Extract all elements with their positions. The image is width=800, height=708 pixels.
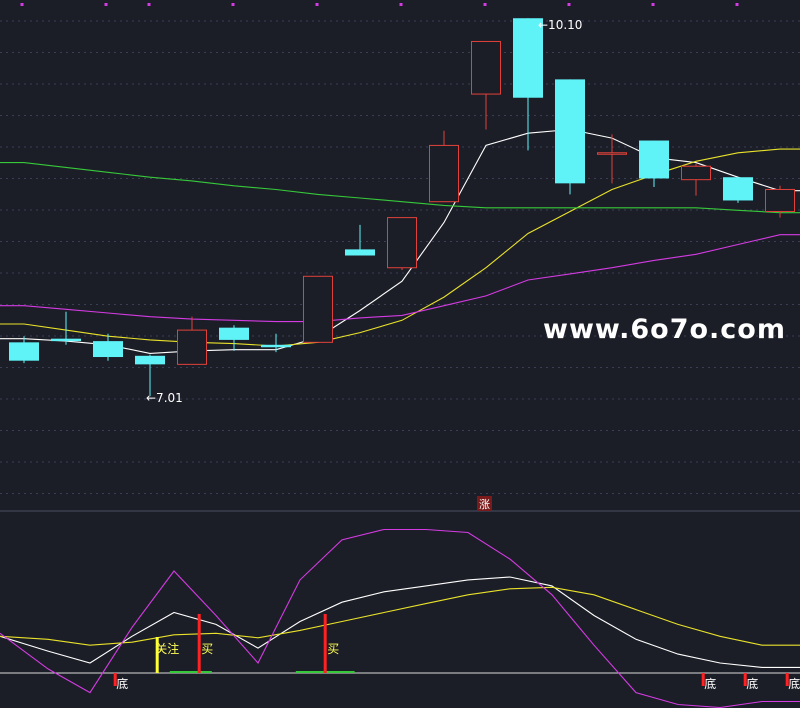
oscillator-line-2 [0, 586, 800, 646]
candle-body [429, 144, 459, 203]
candle [555, 79, 585, 195]
low-price-label: ←7.01 [146, 391, 183, 405]
candle [219, 325, 249, 351]
candle-body [471, 40, 501, 95]
candle-body [9, 342, 39, 361]
candle [513, 18, 543, 151]
candle [9, 336, 39, 364]
ma-line-4 [0, 162, 800, 214]
signal-label: 底 [704, 676, 716, 691]
high-price-label: ←10.10 [538, 18, 582, 32]
candle [723, 177, 753, 203]
badge-text: 涨 [479, 498, 490, 511]
candle-body [345, 249, 375, 256]
candle-body [177, 329, 207, 365]
candle-body [387, 217, 417, 269]
tick-marker [20, 3, 24, 6]
limit-up-badge: 涨 [477, 496, 492, 511]
candle [135, 354, 165, 397]
tick-marker [399, 3, 403, 6]
candle-body [597, 152, 627, 155]
signal-bottom: 底 [743, 673, 758, 691]
signal-bottom: 底 [701, 673, 716, 691]
tick-marker [567, 3, 571, 6]
candle-body [639, 140, 669, 179]
tick-marker [735, 3, 739, 6]
candle-body [135, 355, 165, 365]
tick-marker [147, 3, 151, 6]
tick-marker [651, 3, 655, 6]
signal-bottom: 底 [113, 673, 128, 691]
signal-label: 买 [201, 642, 213, 656]
candle [387, 217, 417, 271]
candle [93, 333, 123, 361]
stock-chart: ←10.10 ←7.01 涨底 关注 买 买底 底 底 [0, 3, 800, 708]
chart-stage: ←10.10 ←7.01 涨底 关注 买 买底 底 底 www.6o7o.com [0, 0, 800, 708]
signal-label: 底 [116, 676, 128, 691]
candle-body [93, 341, 123, 358]
candle-body [765, 188, 795, 212]
top-tick-markers [20, 3, 739, 6]
watermark: www.6o7o.com [543, 314, 786, 345]
candle [681, 163, 711, 196]
candle [177, 316, 207, 365]
candle [471, 40, 501, 130]
signal-label: 底 [746, 676, 758, 691]
tick-marker [315, 3, 319, 6]
signals: 底 关注 买 买底 底 底 [113, 614, 800, 691]
candle [345, 224, 375, 256]
tick-marker [231, 3, 235, 6]
signal-bottom: 底 [785, 673, 800, 691]
candle-body [555, 79, 585, 184]
tick-marker [104, 3, 108, 6]
oscillator-line-1 [0, 576, 800, 668]
candle-body [261, 344, 291, 348]
candle-body [51, 338, 81, 342]
tick-marker [483, 3, 487, 6]
candle-body [303, 275, 333, 343]
candle-body [681, 165, 711, 181]
candle [429, 130, 459, 203]
candle [639, 140, 669, 188]
signal-label: 买 [327, 642, 339, 656]
candle-body [219, 327, 249, 340]
candle [597, 134, 627, 184]
signal-label: 关注 [155, 641, 179, 656]
signal-label: 底 [788, 676, 800, 691]
candle-body [723, 177, 753, 201]
signal-watch: 关注 [155, 637, 179, 673]
candle [303, 275, 333, 343]
